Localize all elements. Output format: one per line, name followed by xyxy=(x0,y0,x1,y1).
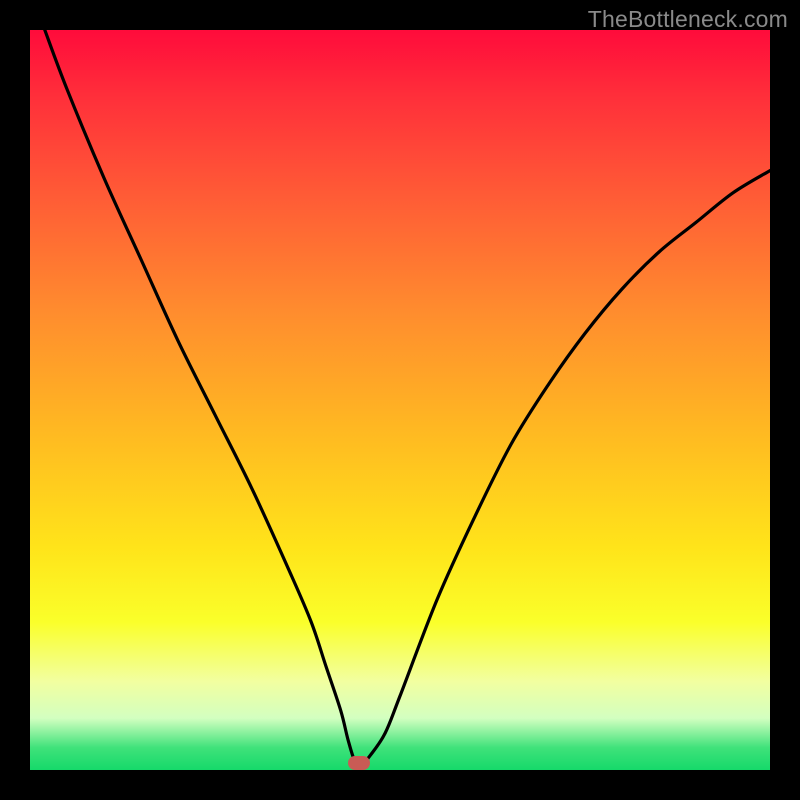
optimum-marker xyxy=(348,756,370,770)
bottleneck-curve xyxy=(30,30,770,770)
watermark-text: TheBottleneck.com xyxy=(588,6,788,33)
chart-frame: TheBottleneck.com xyxy=(0,0,800,800)
plot-area xyxy=(30,30,770,770)
